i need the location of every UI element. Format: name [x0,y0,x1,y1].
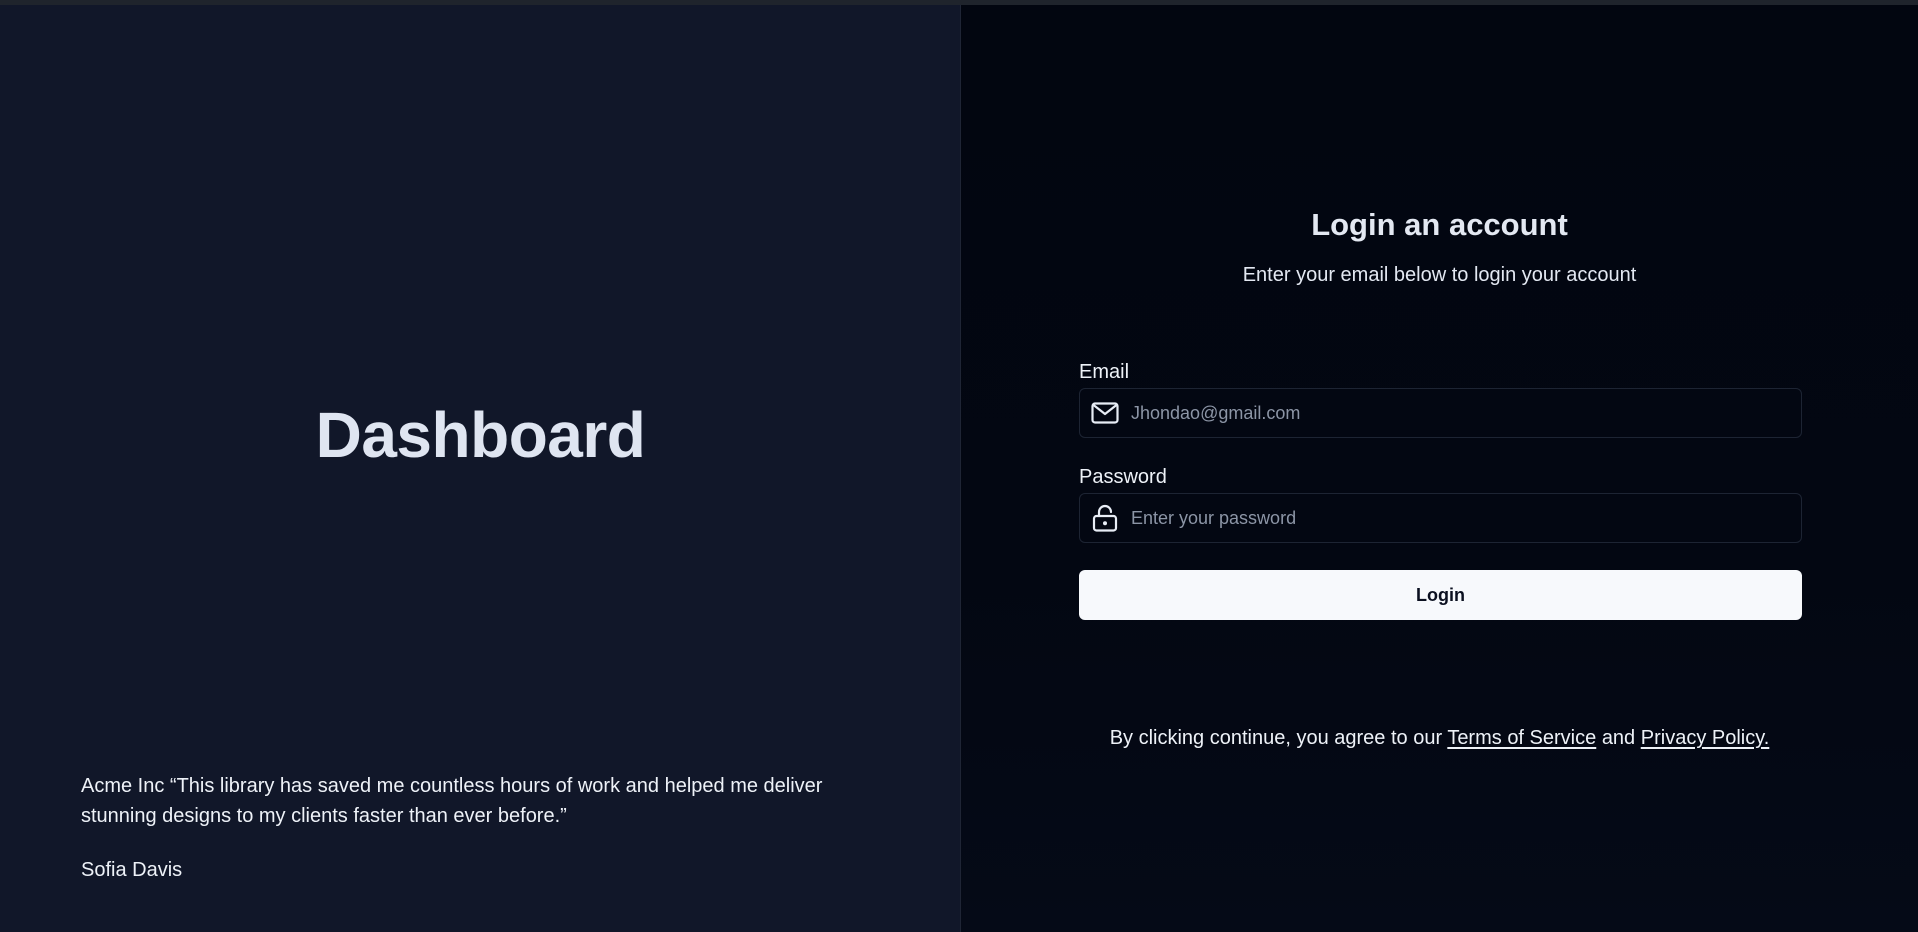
email-field-container[interactable] [1079,388,1802,438]
testimonial-author: Sofia Davis [81,859,183,881]
email-label: Email [1079,361,1130,383]
password-label: Password [1079,466,1167,488]
mail-icon [1090,398,1120,428]
privacy-policy-link[interactable]: Privacy Policy. [1641,727,1770,749]
form-title: Login an account [1311,207,1568,242]
email-input[interactable] [1120,389,1801,437]
login-button[interactable]: Login [1079,570,1802,620]
testimonial-quote: Acme Inc “This library has saved me coun… [81,775,823,827]
terms-of-service-link[interactable]: Terms of Service [1447,727,1596,749]
brand-panel: Dashboard Acme Inc “This library has sav… [0,5,961,932]
lock-icon [1090,503,1120,533]
legal-conjunction: and [1601,727,1636,749]
legal-prefix: By clicking continue, you agree to our [1109,727,1443,749]
password-input[interactable] [1120,494,1801,542]
login-panel: Login an account Enter your email below … [961,5,1918,932]
password-field-container[interactable] [1079,493,1802,543]
brand-title: Dashboard [315,399,646,471]
legal-notice: By clicking continue, you agree to our T… [961,723,1918,753]
form-subtitle: Enter your email below to login your acc… [1242,264,1637,286]
